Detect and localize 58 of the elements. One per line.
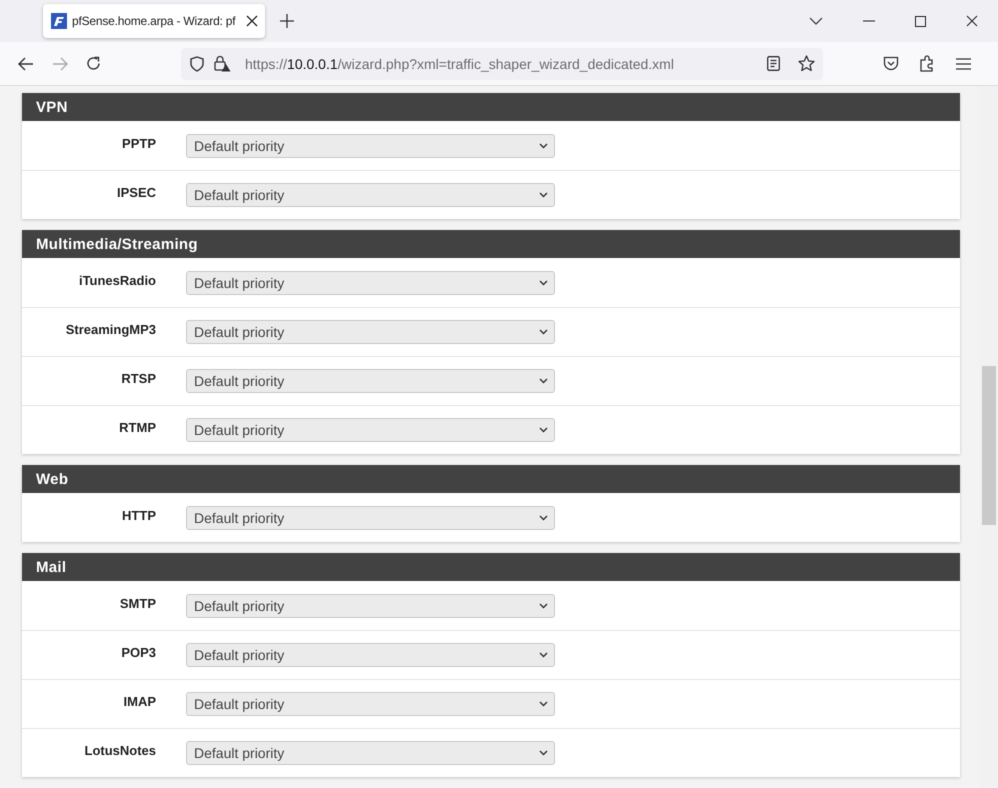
field-label: POP3 <box>120 645 156 660</box>
chevron-down-icon <box>539 280 548 286</box>
logo-icon <box>51 13 67 29</box>
field-label: HTTP <box>121 508 156 522</box>
chevron-down-icon <box>539 602 548 608</box>
priority-select[interactable]: Default priority <box>186 320 555 344</box>
scrollbar-thumb[interactable] <box>982 366 996 525</box>
extensions-icon[interactable] <box>919 55 935 72</box>
section-header: Multimedia/Streaming <box>22 230 960 258</box>
field-label: RTSP <box>120 371 156 386</box>
chevron-down-icon <box>539 142 548 148</box>
priority-select[interactable]: Default priority <box>186 506 555 530</box>
minimize-icon[interactable] <box>863 20 875 22</box>
field-label: StreamingMP3 <box>64 322 156 337</box>
section-header: Web <box>22 465 960 493</box>
menu-icon[interactable] <box>956 58 971 70</box>
reader-view-icon[interactable] <box>767 56 780 71</box>
priority-select[interactable]: Default priority <box>186 643 555 667</box>
priority-select[interactable]: Default priority <box>186 418 555 442</box>
shield-icon <box>190 56 204 72</box>
field-label: SMTP <box>118 596 156 610</box>
field-label: IPSEC <box>116 185 156 200</box>
field-label: RTMP <box>118 420 156 435</box>
chevron-down-icon <box>539 427 548 433</box>
reload-icon[interactable] <box>86 56 101 71</box>
tab-title: pfSense.home.arpa - Wizard: pf <box>72 14 237 28</box>
url-text: https://10.0.0.1/wizard.php?xml=traffic_shaper_wizard_dedicated.xml <box>245 56 674 72</box>
chevron-down-icon <box>539 750 548 756</box>
section-header: VPN <box>22 93 960 121</box>
field-label: LotusNotes <box>84 743 156 758</box>
priority-select[interactable]: Default priority <box>186 741 555 765</box>
pocket-icon[interactable] <box>883 56 899 71</box>
priority-select[interactable]: Default priority <box>186 183 555 207</box>
close-icon[interactable] <box>246 15 258 27</box>
priority-select[interactable]: Default priority <box>186 594 555 618</box>
chevron-down-icon <box>539 514 548 520</box>
field-label: iTunesRadio <box>78 272 156 288</box>
browser-tab[interactable]: pfSense.home.arpa - Wizard: pf <box>43 4 265 38</box>
chevron-down-icon <box>539 192 548 198</box>
priority-select[interactable]: Default priority <box>186 270 555 294</box>
priority-select[interactable]: Default priority <box>186 369 555 393</box>
lock-warning-icon <box>214 55 231 72</box>
close-icon[interactable] <box>966 15 978 27</box>
field-label: IMAP <box>122 694 156 709</box>
address-bar[interactable]: https://10.0.0.1/wizard.php?xml=traffic_shaper_wizard_dedicated.xml <box>181 48 823 80</box>
star-icon[interactable] <box>798 55 815 72</box>
new-tab-icon[interactable] <box>280 14 294 28</box>
priority-select[interactable]: Default priority <box>186 134 555 158</box>
chevron-down-icon <box>539 652 548 658</box>
back-icon[interactable] <box>18 56 34 70</box>
priority-select[interactable]: Default priority <box>186 692 555 716</box>
chevron-down-icon[interactable] <box>809 17 823 25</box>
section-header: Mail <box>22 553 960 581</box>
field-label: PPTP <box>121 136 156 150</box>
chevron-down-icon <box>539 378 548 384</box>
chevron-down-icon <box>539 701 548 707</box>
maximize-icon[interactable] <box>915 16 926 26</box>
chevron-down-icon <box>539 329 548 335</box>
